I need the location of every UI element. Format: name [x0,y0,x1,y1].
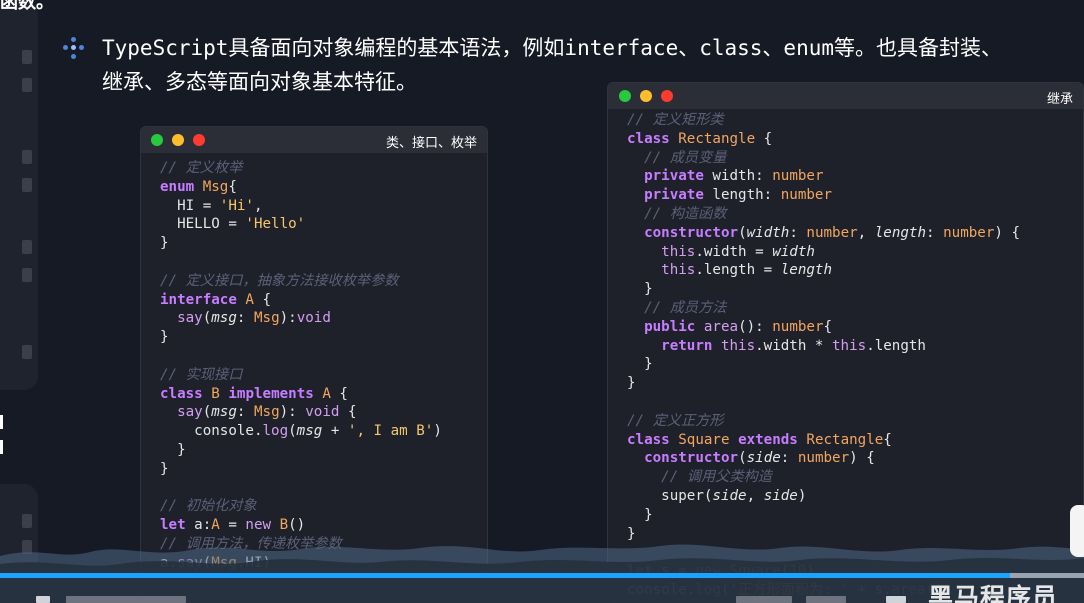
side-panel-glyph [22,240,32,254]
side-panel-glyph [22,178,32,192]
side-panel [0,0,38,390]
side-panel-glyph [22,268,32,282]
sparkle-bullet-icon [62,36,86,60]
window-title: 类、接口、枚举 [385,136,477,151]
zoom-dot-icon[interactable] [193,134,205,146]
window-titlebar: 类、接口、枚举 [141,127,487,153]
window-title: 继承 [1046,92,1073,107]
code-window-class-interface-enum: 类、接口、枚举 // 定义枚举 enum Msg{ HI = 'Hi', HELL… [140,126,488,596]
slide: 函数。 TypeScript具备面向对象编程的基本语法，例如interface、… [0,0,1084,603]
minimize-dot-icon[interactable] [172,134,184,146]
zoom-dot-icon[interactable] [661,90,673,102]
side-panel-glyph [22,78,32,92]
video-progress-bar[interactable] [0,573,1010,578]
side-panel-glyph [22,50,32,64]
watermark-logo: 黑马程序员 [928,583,1059,603]
window-titlebar: 继承 [608,83,1083,109]
previous-text-fragment: 函数。 [0,0,54,13]
minimize-dot-icon[interactable] [640,90,652,102]
close-dot-icon[interactable] [151,134,163,146]
intro-line-1: TypeScript具备面向对象编程的基本语法，例如interface、clas… [102,36,1003,60]
side-panel-glyph [22,150,32,164]
side-marker [0,415,3,429]
close-dot-icon[interactable] [619,90,631,102]
code-block: // 定义矩形类 class Rectangle { // 成员变量 privat… [627,112,1020,598]
side-panel-glyph [22,345,32,359]
side-marker [0,440,3,454]
player-wave-overlay [0,544,1084,603]
code-block: // 定义枚举 enum Msg{ HI = 'Hi', HELLO = 'Hel… [160,160,442,571]
side-panel-glyph [22,514,32,528]
code-window-inheritance: 继承 // 定义矩形类 class Rectangle { // 成员变量 pri… [607,82,1084,603]
scroll-handle[interactable] [1070,505,1084,557]
player-controls-strip [36,596,936,603]
